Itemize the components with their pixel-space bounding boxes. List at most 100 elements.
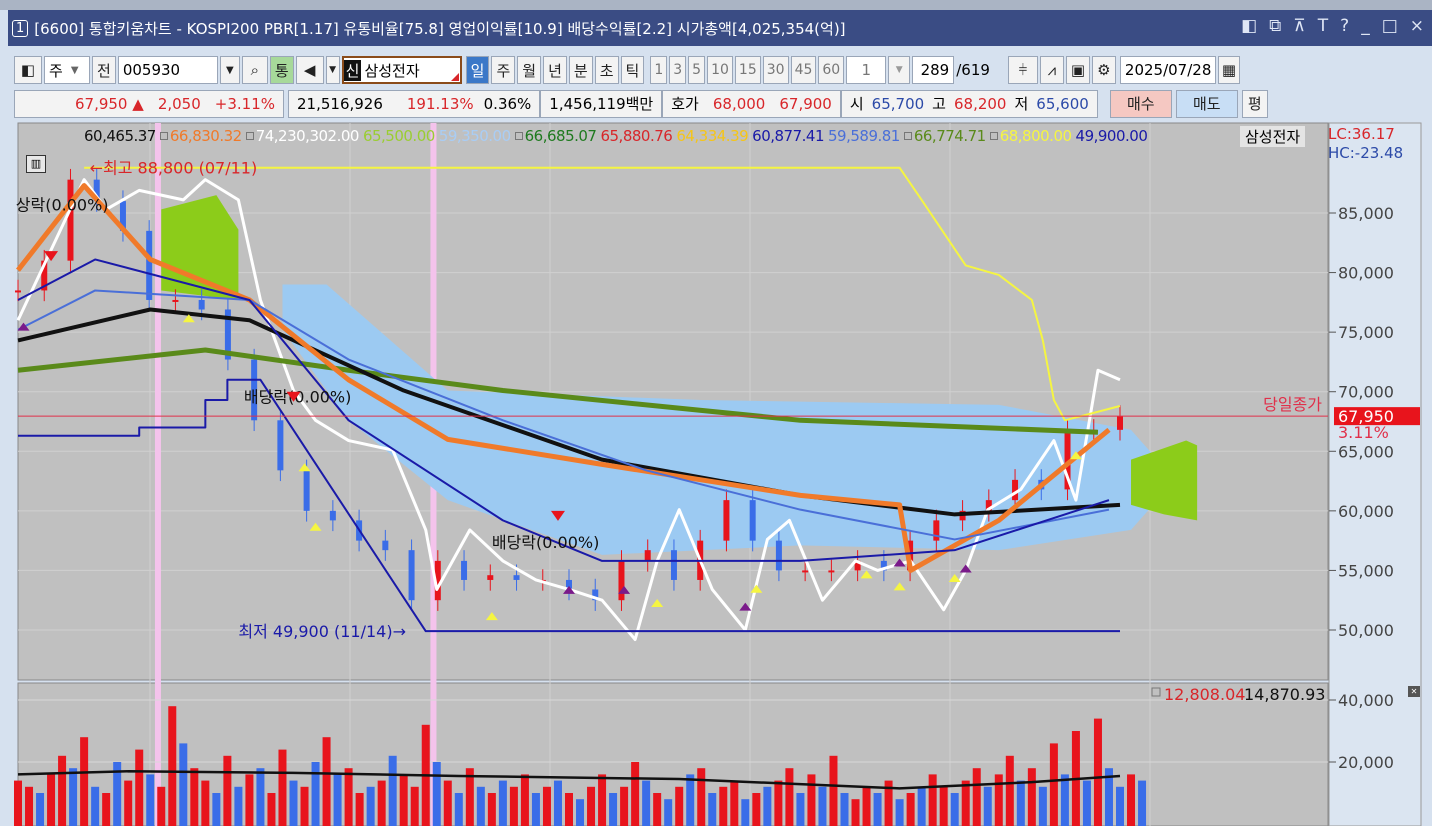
indicator-legend: 60,465.37 66,830.32 74,230,302.00 65,500.00… xyxy=(84,127,1148,145)
code-dropdown-icon[interactable]: ▼ xyxy=(219,56,240,84)
price-chart[interactable]: 50,000 55,000 60,000 65,000 70,000 75,000 80,0… xyxy=(0,120,1432,826)
current-change-pct: 3.11% xyxy=(1338,423,1389,442)
pin-icon[interactable]: ⊼ xyxy=(1293,16,1305,36)
volume-bar xyxy=(895,799,904,826)
low-label: 저 xyxy=(1014,95,1029,113)
legend-value: 59,589.81 xyxy=(828,127,900,145)
volume-bar xyxy=(443,780,452,826)
volume-bar xyxy=(917,786,926,826)
hc-value: HC:-23.48 xyxy=(1328,144,1404,162)
candle xyxy=(618,560,625,601)
volume-bar xyxy=(36,793,45,826)
date-input[interactable]: 2025/07/28 xyxy=(1119,56,1216,84)
add-line-icon[interactable]: ⩘ xyxy=(1039,56,1064,84)
volume-bar xyxy=(1060,774,1069,826)
candle xyxy=(382,540,389,551)
tong-button[interactable]: 통 xyxy=(269,56,294,84)
legend-value-text: 68,800.00 xyxy=(999,127,1072,145)
interval-button-60[interactable]: 60 xyxy=(818,56,845,84)
period-tab-3[interactable]: 년 xyxy=(543,56,567,84)
add-indicator-icon[interactable]: ⫩ xyxy=(1007,56,1038,84)
help-icon[interactable]: ? xyxy=(1340,16,1349,36)
period-tab-1[interactable]: 주 xyxy=(491,56,516,84)
volume-bar xyxy=(278,749,287,826)
volume-bar xyxy=(14,780,22,826)
interval-button-3[interactable]: 3 xyxy=(669,56,687,84)
high-price: 68,200 xyxy=(953,94,1007,113)
speaker-dropdown-icon[interactable]: ▼ xyxy=(325,56,340,84)
candle xyxy=(513,575,520,580)
volume-legend-value: 12,808.04 xyxy=(1164,685,1245,704)
y-tick-label: 75,000 xyxy=(1338,323,1394,342)
search-icon[interactable]: ⌕ xyxy=(241,56,268,84)
interval-input[interactable]: 1 xyxy=(846,56,887,84)
price-change: 2,050 xyxy=(157,94,201,113)
volume-bar xyxy=(267,793,276,826)
candle xyxy=(723,500,730,541)
volume-bar xyxy=(785,768,794,826)
volume-bar xyxy=(840,793,849,826)
volume-bar xyxy=(388,755,397,826)
volume-bar xyxy=(961,780,970,826)
text-icon[interactable]: T xyxy=(1318,16,1328,36)
stock-code-input[interactable]: 005930 xyxy=(117,56,218,84)
candle xyxy=(172,299,179,302)
volume-bar xyxy=(377,780,386,826)
candle xyxy=(644,550,651,561)
interval-button-30[interactable]: 30 xyxy=(762,56,789,84)
period-tab-5[interactable]: 초 xyxy=(594,56,619,84)
interval-button-15[interactable]: 15 xyxy=(734,56,761,84)
layout-icon[interactable]: ◧ xyxy=(1241,16,1257,36)
chevron-down-icon: ▼ xyxy=(70,64,79,76)
sell-button[interactable]: 매도 xyxy=(1175,89,1238,118)
close-button[interactable]: × xyxy=(1410,16,1424,36)
period-tab-0[interactable]: 일 xyxy=(465,56,490,84)
minimize-button[interactable]: _ xyxy=(1361,16,1370,36)
volume-bar xyxy=(906,793,915,826)
volume-bar xyxy=(58,755,67,826)
period-tab-4[interactable]: 분 xyxy=(568,56,593,84)
stock-name: 삼성전자 xyxy=(364,61,420,80)
market-select[interactable]: 주 ▼ xyxy=(44,56,90,84)
volume-bar xyxy=(1082,780,1091,826)
legend-value-text: 59,350.00 xyxy=(438,127,511,145)
average-button[interactable]: 평 xyxy=(1241,89,1268,118)
interval-button-1[interactable]: 1 xyxy=(650,56,668,84)
calendar-icon[interactable]: ▦ xyxy=(1217,56,1240,84)
volume-bar xyxy=(631,762,640,826)
interval-button-45[interactable]: 45 xyxy=(790,56,817,84)
settings-gear-icon[interactable]: ⚙ xyxy=(1091,56,1116,84)
prev-button[interactable]: 전 xyxy=(92,56,116,84)
interval-button-5[interactable]: 5 xyxy=(688,56,706,84)
maximize-button[interactable]: □ xyxy=(1382,16,1398,36)
legend-value: 49,900.00 xyxy=(1076,127,1148,145)
y-tick-label: 50,000 xyxy=(1338,621,1394,640)
volume-bar xyxy=(135,749,144,826)
panel-toggle-icon[interactable]: ◧ xyxy=(14,56,42,84)
candle xyxy=(487,575,494,580)
stock-name-field[interactable]: 신 삼성전자 xyxy=(341,56,462,84)
volume-bar xyxy=(344,768,353,826)
save-icon[interactable]: ▣ xyxy=(1065,56,1090,84)
period-tab-2[interactable]: 월 xyxy=(517,56,542,84)
period-tab-6[interactable]: 틱 xyxy=(620,56,645,84)
pane-maximize-icon[interactable]: ✕ xyxy=(1408,686,1420,697)
corner-marker-icon xyxy=(450,73,459,81)
legend-value: 59,350.00 xyxy=(439,127,511,145)
chart-annotation: 최저 49,900 (11/14)→ xyxy=(238,622,406,641)
table-view-icon[interactable]: ▥ xyxy=(26,155,46,173)
volume-bar xyxy=(157,786,166,826)
current-price-label: 당일종가 xyxy=(1263,395,1322,414)
count-input[interactable]: 289 xyxy=(912,56,955,84)
volume-bar xyxy=(1049,743,1058,826)
interval-button-10[interactable]: 10 xyxy=(707,56,733,84)
speaker-icon[interactable]: ◀ xyxy=(295,56,324,84)
interval-dropdown-icon[interactable]: ▼ xyxy=(888,56,911,84)
window-index: 1 xyxy=(12,19,29,37)
buy-button[interactable]: 매수 xyxy=(1109,89,1172,118)
y-tick-label: 70,000 xyxy=(1338,383,1394,402)
title-bar: 1 [6600] 통합키움차트 - KOSPI200 PBR[1.17] 유통비… xyxy=(8,10,1432,46)
legend-value-text: 66,774.71 xyxy=(913,127,986,145)
volume: 21,516,926 xyxy=(297,94,383,113)
copy-window-icon[interactable]: ⧉ xyxy=(1269,16,1281,36)
